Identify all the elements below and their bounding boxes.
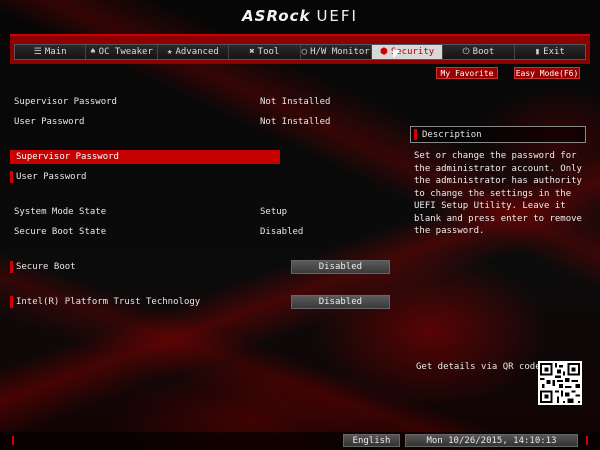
description-text: Set or change the password for the admin… bbox=[414, 151, 582, 236]
ptt-select[interactable]: Disabled bbox=[290, 295, 390, 309]
tab-advanced[interactable]: ★ Advanced bbox=[158, 45, 230, 59]
rocket-icon: ♠ bbox=[90, 47, 96, 57]
language-button[interactable]: English bbox=[343, 434, 400, 447]
tab-main[interactable]: ☰ Main bbox=[15, 45, 87, 59]
selection-marker bbox=[414, 129, 417, 140]
status-marker bbox=[12, 436, 14, 445]
tab-oc-tweaker[interactable]: ♠ OC Tweaker bbox=[86, 45, 158, 59]
info-value: Not Installed bbox=[260, 117, 331, 127]
selection-marker bbox=[10, 261, 13, 273]
info-supervisor-row: Supervisor Password Not Installed bbox=[14, 95, 394, 109]
status-marker bbox=[586, 436, 588, 445]
description-header: Description bbox=[410, 126, 586, 143]
datetime-display: Mon 10/26/2015, 14:10:13 bbox=[405, 434, 578, 447]
info-user-row: User Password Not Installed bbox=[14, 115, 394, 129]
tools-icon: ✖ bbox=[249, 47, 255, 57]
tab-security[interactable]: ⬢ Security bbox=[371, 45, 444, 59]
secure-boot-select[interactable]: Disabled bbox=[290, 260, 390, 274]
monitor-icon: ◯ bbox=[301, 47, 308, 57]
tab-hw-monitor[interactable]: ◯ H/W Monitor bbox=[301, 45, 372, 59]
tab-boot[interactable]: ⏻ Boot bbox=[443, 45, 515, 59]
exit-icon: ▮ bbox=[534, 47, 541, 57]
mouse-cursor-icon bbox=[393, 50, 399, 60]
my-favorite-button[interactable]: My Favorite bbox=[436, 67, 498, 79]
info-label: Supervisor Password bbox=[14, 97, 117, 107]
system-mode-row: System Mode State Setup bbox=[14, 205, 394, 219]
qr-label: Get details via QR code bbox=[416, 362, 541, 372]
tab-bar: ☰ Main ♠ OC Tweaker ★ Advanced ✖ Tool ◯ H/W M… bbox=[14, 44, 586, 60]
state-label: Secure Boot State bbox=[14, 227, 107, 237]
supervisor-password-item[interactable]: Supervisor Password bbox=[10, 150, 280, 164]
brand-logo: ASRock UEFI bbox=[242, 7, 358, 25]
state-value: Setup bbox=[260, 207, 288, 217]
shield-icon: ⬢ bbox=[379, 47, 388, 57]
power-icon: ⏻ bbox=[462, 47, 470, 57]
tab-exit[interactable]: ▮ Exit bbox=[515, 45, 585, 59]
selection-marker bbox=[10, 151, 13, 163]
secure-boot-option[interactable]: Secure Boot Disabled bbox=[10, 260, 390, 274]
state-value: Disabled bbox=[260, 227, 304, 237]
secure-boot-state-row: Secure Boot State Disabled bbox=[14, 225, 394, 239]
star-icon: ★ bbox=[167, 47, 173, 57]
info-label: User Password bbox=[14, 117, 85, 127]
user-password-item[interactable]: User Password bbox=[10, 170, 280, 184]
qr-code-icon[interactable] bbox=[538, 361, 582, 405]
list-icon: ☰ bbox=[33, 47, 42, 57]
selection-marker bbox=[10, 296, 13, 308]
ptt-option[interactable]: Intel(R) Platform Trust Technology Disab… bbox=[10, 295, 390, 309]
easy-mode-button[interactable]: Easy Mode(F6) bbox=[514, 67, 580, 79]
tab-tool[interactable]: ✖ Tool bbox=[229, 45, 301, 59]
state-label: System Mode State bbox=[14, 207, 107, 217]
selection-marker bbox=[10, 171, 13, 183]
info-value: Not Installed bbox=[260, 97, 331, 107]
